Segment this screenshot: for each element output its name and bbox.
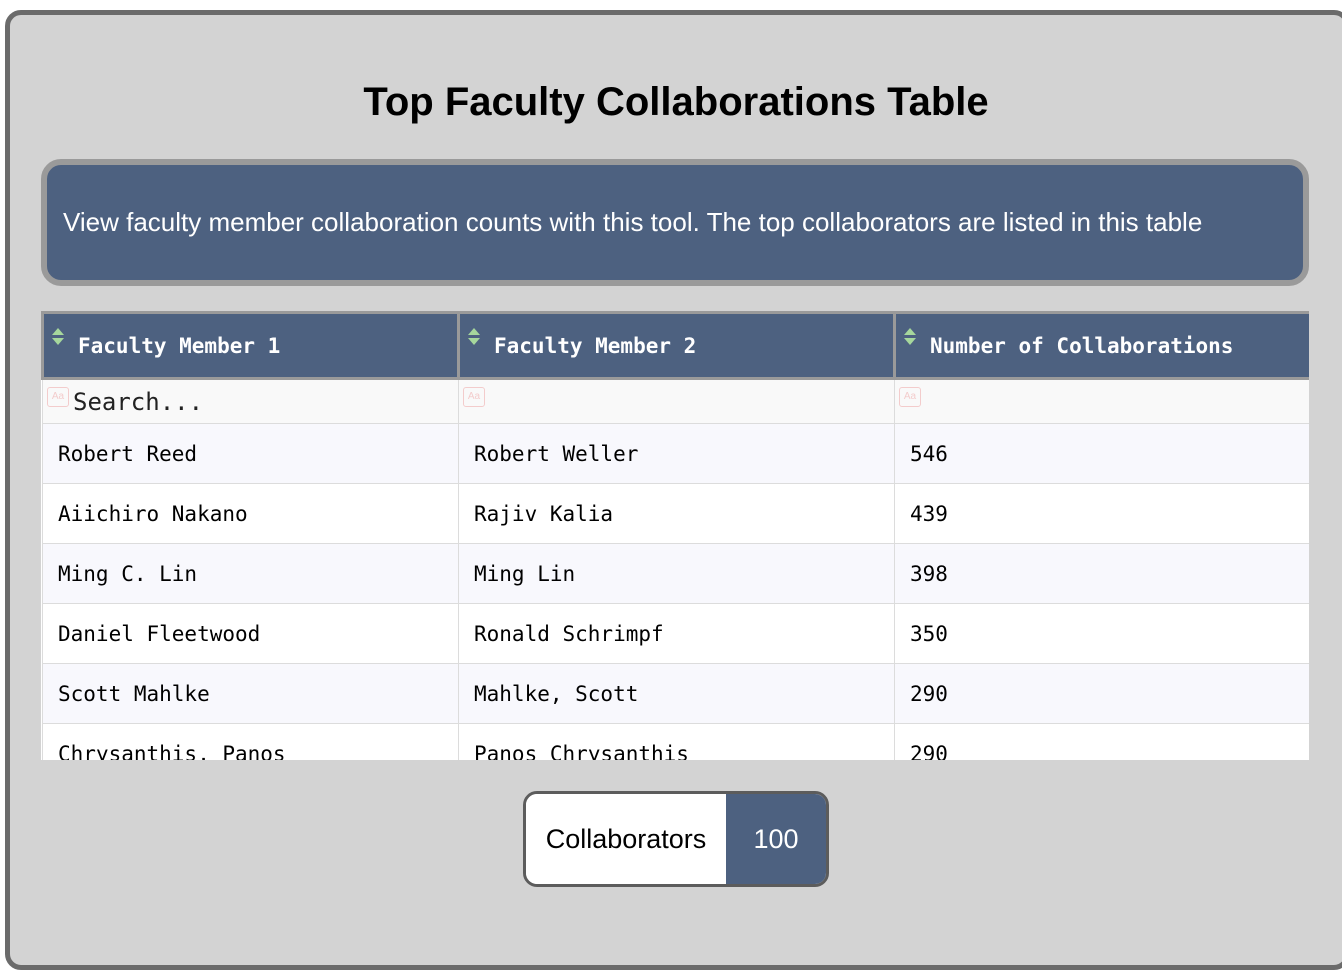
cell-faculty-member-1[interactable]: Ming C. Lin xyxy=(42,543,459,604)
table-header-row: Faculty Member 1 Faculty Member 2 Number… xyxy=(41,311,1309,380)
cell-number-of-collaborations[interactable]: 290 xyxy=(894,723,1309,760)
column-header-faculty-member-1[interactable]: Faculty Member 1 xyxy=(41,311,460,380)
column-header-number-of-collaborations[interactable]: Number of Collaborations xyxy=(893,311,1309,380)
filter-cell-number-of-collaborations: Aa xyxy=(894,378,1309,424)
table-row[interactable]: Ming C. Lin Ming Lin 398 xyxy=(42,543,1309,604)
cell-number-of-collaborations[interactable]: 350 xyxy=(894,603,1309,664)
table-row[interactable]: Robert Reed Robert Weller 546 xyxy=(42,423,1309,484)
collaborations-table-container[interactable]: Faculty Member 1 Faculty Member 2 Number… xyxy=(41,311,1309,760)
counter-label: Collaborators xyxy=(526,794,726,884)
filter-cell-faculty-member-1: Aa xyxy=(42,378,459,424)
search-input-faculty-member-1[interactable] xyxy=(73,385,443,419)
column-header-label: Faculty Member 1 xyxy=(78,333,281,358)
cell-number-of-collaborations[interactable]: 546 xyxy=(894,423,1309,484)
page-title: Top Faculty Collaborations Table xyxy=(363,80,989,124)
table-row[interactable]: Aiichiro Nakano Rajiv Kalia 439 xyxy=(42,483,1309,544)
table-row[interactable]: Daniel Fleetwood Ronald Schrimpf 350 xyxy=(42,603,1309,664)
column-header-faculty-member-2[interactable]: Faculty Member 2 xyxy=(457,311,896,380)
cell-number-of-collaborations[interactable]: 290 xyxy=(894,663,1309,724)
cell-faculty-member-2[interactable]: Panos Chrysanthis xyxy=(458,723,895,760)
filter-cell-faculty-member-2: Aa xyxy=(458,378,895,424)
counter-value: 100 xyxy=(726,794,826,884)
cell-faculty-member-1[interactable]: Scott Mahlke xyxy=(42,663,459,724)
collaborators-counter: Collaborators 100 xyxy=(523,791,829,887)
search-input-faculty-member-2[interactable] xyxy=(489,385,859,419)
sort-arrows-icon[interactable] xyxy=(904,327,916,346)
cell-number-of-collaborations[interactable]: 439 xyxy=(894,483,1309,544)
case-sensitive-icon[interactable]: Aa xyxy=(47,387,69,407)
cell-faculty-member-2[interactable]: Ronald Schrimpf xyxy=(458,603,895,664)
table-row[interactable]: Chrysanthis, Panos Panos Chrysanthis 290 xyxy=(42,723,1309,760)
case-sensitive-icon[interactable]: Aa xyxy=(463,387,485,407)
cell-faculty-member-2[interactable]: Rajiv Kalia xyxy=(458,483,895,544)
cell-faculty-member-1[interactable]: Chrysanthis, Panos xyxy=(42,723,459,760)
column-header-label: Faculty Member 2 xyxy=(494,333,697,358)
cell-faculty-member-1[interactable]: Aiichiro Nakano xyxy=(42,483,459,544)
table-row[interactable]: Scott Mahlke Mahlke, Scott 290 xyxy=(42,663,1309,724)
cell-faculty-member-1[interactable]: Robert Reed xyxy=(42,423,459,484)
cell-faculty-member-1[interactable]: Daniel Fleetwood xyxy=(42,603,459,664)
description-panel: View faculty member collaboration counts… xyxy=(41,159,1309,286)
collaborations-table: Faculty Member 1 Faculty Member 2 Number… xyxy=(41,311,1309,760)
cell-faculty-member-2[interactable]: Ming Lin xyxy=(458,543,895,604)
cell-faculty-member-2[interactable]: Mahlke, Scott xyxy=(458,663,895,724)
sort-arrows-icon[interactable] xyxy=(52,327,64,346)
cell-number-of-collaborations[interactable]: 398 xyxy=(894,543,1309,604)
sort-arrows-icon[interactable] xyxy=(468,327,480,346)
search-input-number-of-collaborations[interactable] xyxy=(925,385,1295,419)
case-sensitive-icon[interactable]: Aa xyxy=(899,387,921,407)
filter-row: Aa Aa Aa xyxy=(42,378,1309,424)
description-text: View faculty member collaboration counts… xyxy=(63,207,1203,237)
column-header-label: Number of Collaborations xyxy=(930,333,1234,358)
cell-faculty-member-2[interactable]: Robert Weller xyxy=(458,423,895,484)
